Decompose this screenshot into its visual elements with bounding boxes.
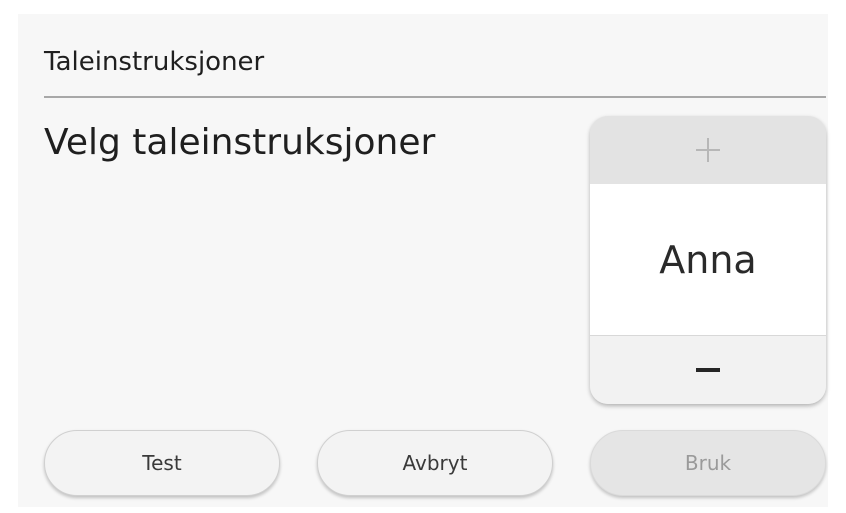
decrement-button[interactable] bbox=[590, 336, 826, 404]
increment-button[interactable] bbox=[590, 116, 826, 184]
voice-picker: Anna bbox=[590, 116, 826, 404]
plus-icon bbox=[696, 138, 720, 162]
selected-voice: Anna bbox=[659, 237, 757, 282]
minus-icon bbox=[696, 368, 720, 372]
picker-prompt: Velg taleinstruksjoner bbox=[44, 122, 436, 163]
dialog-title: Taleinstruksjoner bbox=[44, 47, 265, 77]
voice-instructions-dialog: Taleinstruksjoner Velg taleinstruksjoner… bbox=[18, 14, 828, 507]
picker-value-area: Anna bbox=[590, 184, 826, 336]
apply-button[interactable]: Bruk bbox=[590, 430, 826, 496]
test-button[interactable]: Test bbox=[44, 430, 280, 496]
cancel-button[interactable]: Avbryt bbox=[317, 430, 553, 496]
title-divider bbox=[44, 96, 826, 98]
